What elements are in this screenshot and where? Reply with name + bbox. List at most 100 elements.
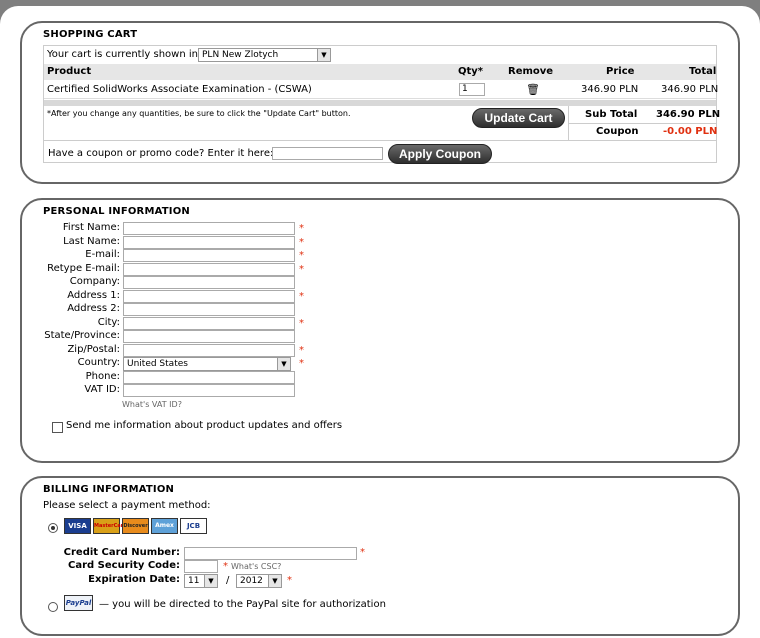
zip-postal-label: Zip/Postal: <box>67 343 120 355</box>
newsletter-checkbox[interactable] <box>52 422 63 433</box>
coupon-prompt: Have a coupon or promo code? Enter it he… <box>48 148 274 159</box>
header-price: Price <box>606 66 635 77</box>
chevron-down-icon: ▼ <box>317 49 330 61</box>
exp-label: Expiration Date: <box>88 574 180 585</box>
chevron-down-icon: ▼ <box>204 575 217 587</box>
apply-coupon-button[interactable]: Apply Coupon <box>388 144 492 164</box>
item-qty-input[interactable]: 1 <box>459 83 485 96</box>
address-2-label: Address 2: <box>67 303 120 314</box>
coupon-value: -0.00 PLN <box>663 126 718 137</box>
subtotal-label: Sub Total <box>585 109 638 120</box>
address-1-label: Address 1: <box>67 289 120 301</box>
personal-info-title: PERSONAL INFORMATION <box>43 206 190 217</box>
city-label: City: <box>97 316 120 328</box>
coupon-label: Coupon <box>596 126 639 137</box>
exp-required: * <box>287 575 292 586</box>
paypal-logo-icon: PayPal <box>64 595 93 611</box>
jcb-icon: JCB <box>180 518 207 534</box>
address-1-required: * <box>299 290 304 302</box>
exp-separator: / <box>226 575 230 586</box>
coupon-divider <box>44 140 716 141</box>
address-2-input[interactable] <box>123 303 295 316</box>
vat-id-input[interactable] <box>123 384 295 397</box>
country-label: Country: <box>77 357 120 368</box>
currency-prefix: Your cart is currently shown in <box>47 49 198 60</box>
card-payment-radio[interactable] <box>48 523 58 533</box>
cc-number-required: * <box>360 547 365 558</box>
retype-e-mail-input[interactable] <box>123 262 295 276</box>
chevron-down-icon: ▼ <box>277 358 290 370</box>
company-label: Company: <box>69 276 120 287</box>
last-name-required: * <box>299 236 304 248</box>
shopping-cart-panel: SHOPPING CART Your cart is currently sho… <box>20 21 740 184</box>
csc-required: * <box>223 561 228 572</box>
retype-e-mail-label: Retype E-mail: <box>47 262 120 274</box>
exp-year-select[interactable]: 2012 ▼ <box>236 574 282 588</box>
amex-icon: Amex <box>151 518 178 534</box>
exp-month-value: 11 <box>188 576 200 586</box>
cc-number-input[interactable] <box>184 547 357 560</box>
discover-icon: Discover <box>122 518 149 534</box>
currency-select[interactable]: PLN New Zlotych ▼ <box>198 48 331 62</box>
cart-table: Your cart is currently shown in PLN New … <box>43 45 720 164</box>
country-required: * <box>299 358 304 369</box>
country-value: United States <box>127 359 188 369</box>
totals-box: Sub Total 346.90 PLN Coupon -0.00 PLN <box>568 106 720 140</box>
header-qty: Qty* <box>458 66 484 77</box>
visa-icon: VISA <box>64 518 91 534</box>
cart-header-row: Product Qty* Remove Price Total <box>44 64 716 80</box>
last-name-input[interactable] <box>123 235 295 249</box>
first-name-input[interactable] <box>123 222 295 235</box>
e-mail-label: E-mail: <box>85 249 120 260</box>
subtotal-value: 346.90 PLN <box>656 109 721 120</box>
e-mail-input[interactable] <box>123 249 295 262</box>
currency-selected: PLN New Zlotych <box>202 50 279 60</box>
first-name-label: First Name: <box>62 222 120 233</box>
city-required: * <box>299 317 304 329</box>
address-1-input[interactable] <box>123 289 295 303</box>
billing-info-panel: BILLING INFORMATION Please select a paym… <box>20 476 740 636</box>
last-name-label: Last Name: <box>63 235 120 247</box>
update-cart-button[interactable]: Update Cart <box>472 108 565 128</box>
cart-note: *After you change any quantities, be sur… <box>47 109 351 118</box>
exp-month-select[interactable]: 11 ▼ <box>184 574 218 588</box>
header-remove: Remove <box>508 66 554 77</box>
paypal-payment-radio[interactable] <box>48 602 58 612</box>
e-mail-required: * <box>299 250 304 261</box>
chevron-down-icon: ▼ <box>268 575 281 587</box>
country-input[interactable]: United States ▼ <box>123 357 291 371</box>
newsletter-label: Send me information about product update… <box>66 420 343 431</box>
payment-prompt: Please select a payment method: <box>43 500 211 511</box>
card-logos: VISA MasterCard Discover Amex JCB <box>64 518 214 536</box>
coupon-input[interactable] <box>272 147 383 160</box>
page-background: SHOPPING CART Your cart is currently sho… <box>0 6 760 638</box>
exp-year-value: 2012 <box>240 576 263 586</box>
csc-input[interactable] <box>184 560 218 573</box>
item-price: 346.90 PLN <box>581 84 639 95</box>
state-province-input[interactable] <box>123 330 295 343</box>
cart-item-row: Certified SolidWorks Associate Examinati… <box>44 81 719 99</box>
mastercard-icon: MasterCard <box>93 518 127 534</box>
csc-help-link[interactable]: What's CSC? <box>231 562 281 571</box>
vat-help-link[interactable]: What's VAT ID? <box>122 400 182 409</box>
city-input[interactable] <box>123 316 295 330</box>
billing-info-title: BILLING INFORMATION <box>43 484 175 495</box>
company-input[interactable] <box>123 276 295 289</box>
header-total: Total <box>689 66 717 77</box>
retype-e-mail-required: * <box>299 263 304 275</box>
paypal-text: — you will be directed to the PayPal sit… <box>99 599 386 610</box>
phone-input[interactable] <box>123 370 295 384</box>
first-name-required: * <box>299 223 304 234</box>
personal-info-panel: PERSONAL INFORMATION First Name: * Last Na… <box>20 198 740 463</box>
csc-label: Card Security Code: <box>68 560 180 571</box>
zip-postal-required: * <box>299 344 304 356</box>
currency-row: Your cart is currently shown in PLN New … <box>44 47 716 63</box>
cc-number-label: Credit Card Number: <box>63 547 180 558</box>
header-product: Product <box>47 66 92 77</box>
shopping-cart-title: SHOPPING CART <box>43 29 138 40</box>
phone-label: Phone: <box>85 370 120 382</box>
zip-postal-input[interactable] <box>123 343 295 357</box>
vat-id-label: VAT ID: <box>84 384 120 395</box>
item-total: 346.90 PLN <box>661 84 719 95</box>
trash-icon[interactable]: 🗑 <box>526 82 540 98</box>
